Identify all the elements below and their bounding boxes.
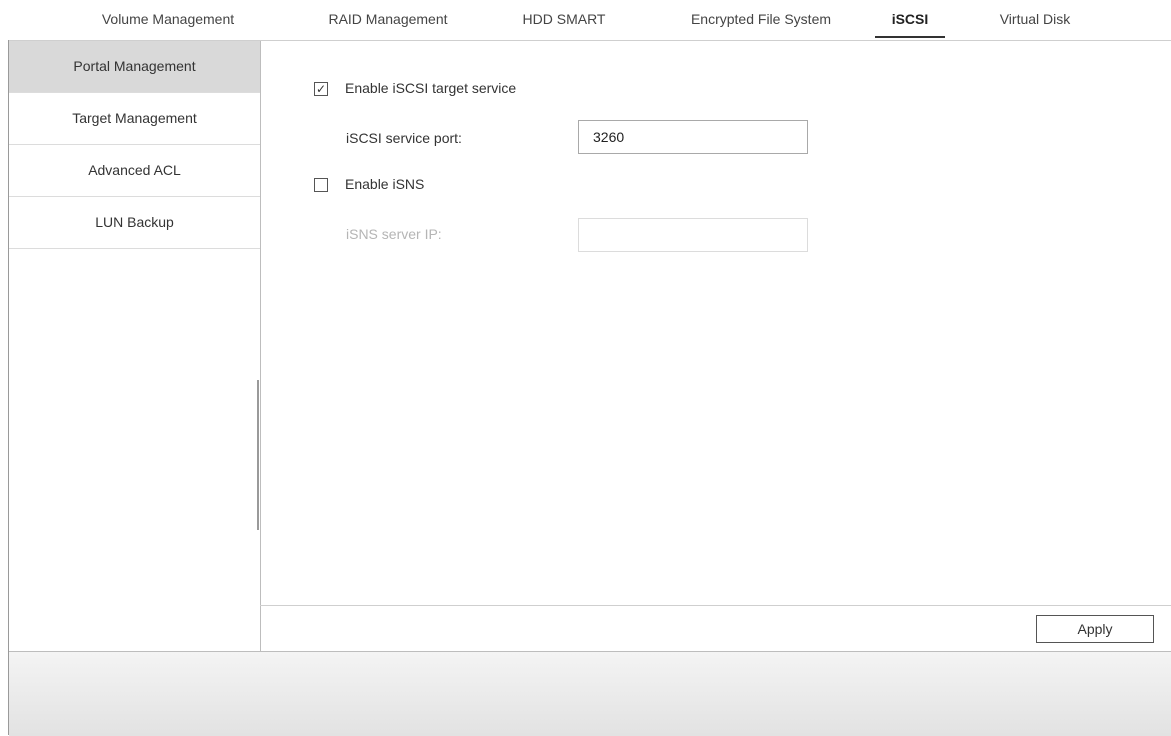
tab-raid-management[interactable]: RAID Management [313,0,463,40]
footer-divider [260,605,1171,606]
tab-iscsi[interactable]: iSCSI [875,0,945,40]
checkbox-unchecked-icon[interactable] [314,178,328,192]
sidebar: Portal Management Target Management Adva… [9,41,261,651]
checkbox-checked-icon[interactable]: ✓ [314,82,328,96]
enable-isns-label: Enable iSNS [345,176,425,192]
tab-bar: Volume Management RAID Management HDD SM… [0,0,1171,40]
sidebar-item-target-management[interactable]: Target Management [9,93,260,145]
sidebar-item-lun-backup[interactable]: LUN Backup [9,197,260,249]
bottom-bar [9,651,1171,736]
isns-server-ip-input[interactable] [578,218,808,252]
apply-button[interactable]: Apply [1036,615,1154,643]
service-port-input[interactable] [578,120,808,154]
sidebar-item-portal-management[interactable]: Portal Management [9,41,260,93]
isns-server-ip-label: iSNS server IP: [346,226,442,242]
sidebar-splitter[interactable] [257,380,259,530]
enable-iscsi-target-label: Enable iSCSI target service [345,80,517,96]
tab-virtual-disk[interactable]: Virtual Disk [985,0,1085,40]
sidebar-item-advanced-acl[interactable]: Advanced ACL [9,145,260,197]
service-port-label: iSCSI service port: [346,130,462,146]
tab-encrypted-file-system[interactable]: Encrypted File System [678,0,844,40]
tab-volume-management[interactable]: Volume Management [88,0,248,40]
tab-hdd-smart[interactable]: HDD SMART [514,0,614,40]
